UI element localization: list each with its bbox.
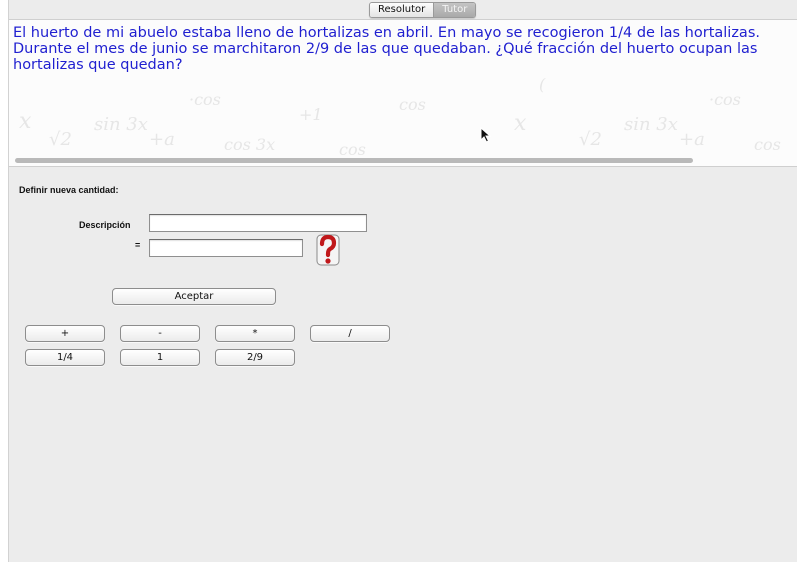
svg-text:+a: +a xyxy=(679,129,705,150)
svg-text:√2: √2 xyxy=(49,129,72,150)
svg-text:cos: cos xyxy=(399,95,426,114)
svg-text:(: ( xyxy=(539,75,546,94)
equals-label: = xyxy=(135,240,141,250)
svg-text:x: x xyxy=(514,111,527,136)
description-label: Descripción xyxy=(79,220,131,230)
horizontal-scrollbar[interactable] xyxy=(15,158,693,163)
operator-minus-button[interactable]: - xyxy=(120,325,200,342)
svg-text:sin 3x: sin 3x xyxy=(94,114,148,135)
description-input[interactable] xyxy=(149,214,367,232)
operator-multiply-button[interactable]: * xyxy=(215,325,295,342)
svg-text:√2: √2 xyxy=(579,129,602,150)
quantity-button-1[interactable]: 1 xyxy=(120,349,200,366)
app-window: Resolutor Tutor x √2 sin 3x +a ·cos cos … xyxy=(8,0,797,562)
svg-text:cos 3x: cos 3x xyxy=(224,135,275,154)
question-mark-icon[interactable] xyxy=(315,233,341,267)
svg-text:x: x xyxy=(19,109,32,134)
svg-text:+1: +1 xyxy=(299,105,323,124)
svg-text:cos: cos xyxy=(754,135,781,154)
tab-resolutor[interactable]: Resolutor xyxy=(370,3,435,17)
svg-text:·cos: ·cos xyxy=(189,90,221,109)
tab-group: Resolutor Tutor xyxy=(369,2,477,18)
operator-divide-button[interactable]: / xyxy=(310,325,390,342)
tab-bar: Resolutor Tutor xyxy=(9,0,797,19)
quantity-button-2-9[interactable]: 2/9 xyxy=(215,349,295,366)
quantity-button-1-4[interactable]: 1/4 xyxy=(25,349,105,366)
svg-text:·cos: ·cos xyxy=(709,90,741,109)
mouse-pointer-icon xyxy=(480,127,492,143)
svg-text:cos: cos xyxy=(339,140,366,159)
problem-statement: El huerto de mi abuelo estaba lleno de h… xyxy=(13,25,760,73)
svg-text:sin 3x: sin 3x xyxy=(624,114,678,135)
value-input[interactable] xyxy=(149,239,303,257)
form-title: Definir nueva cantidad: xyxy=(19,185,119,195)
svg-text:+a: +a xyxy=(149,129,175,150)
problem-panel: x √2 sin 3x +a ·cos cos 3x +1 cos cos x … xyxy=(9,19,797,167)
accept-button[interactable]: Aceptar xyxy=(112,288,276,305)
operator-plus-button[interactable]: + xyxy=(25,325,105,342)
tab-tutor[interactable]: Tutor xyxy=(434,3,476,17)
